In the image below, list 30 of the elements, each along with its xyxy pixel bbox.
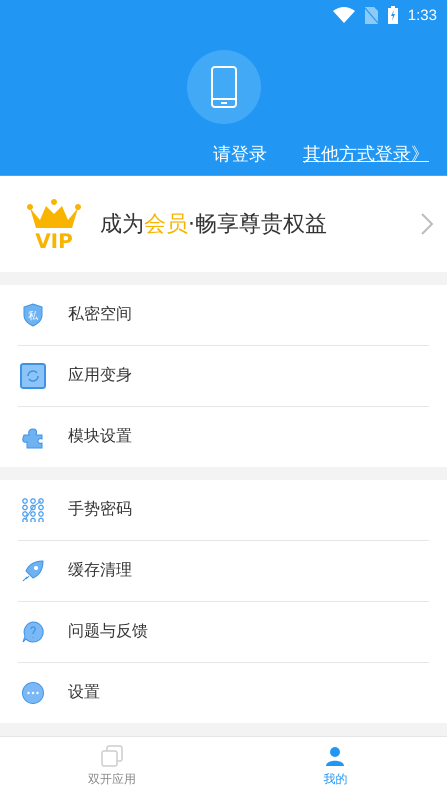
help-bubble-icon (21, 620, 45, 644)
menu-label: 模块设置 (68, 426, 132, 448)
battery-icon (388, 6, 398, 24)
copy-icon (100, 744, 123, 767)
status-time: 1:33 (408, 6, 437, 24)
menu-label: 应用变身 (68, 365, 132, 386)
menu-label: 设置 (68, 682, 100, 704)
menu-item[interactable]: 设置 (18, 662, 429, 723)
nav-tab[interactable]: 双开应用 (0, 736, 224, 796)
menu-label: 缓存清理 (68, 560, 132, 582)
refresh-icon (20, 362, 46, 389)
menu-item[interactable]: 问题与反馈 (18, 600, 429, 662)
menu-item[interactable]: 私 私密空间 (0, 284, 447, 345)
no-sim-icon (364, 6, 378, 24)
pattern-lock-icon (22, 498, 44, 522)
menu-item[interactable]: 应用变身 (18, 344, 429, 406)
menu-item[interactable]: 缓存清理 (18, 540, 429, 601)
person-icon (324, 744, 346, 767)
vip-promo-text[interactable]: 成为会员·畅享尊贵权益 (100, 208, 421, 239)
wifi-icon (332, 7, 355, 23)
menu-label: 手势密码 (68, 499, 132, 520)
menu-item[interactable]: 手势密码 (0, 480, 447, 540)
phone-icon (210, 66, 236, 108)
menu-item[interactable]: 模块设置 (18, 406, 429, 467)
chevron-right-icon (421, 212, 433, 235)
menu-label: 问题与反馈 (68, 621, 148, 642)
menu-label: 私密空间 (68, 304, 132, 326)
shield-icon: 私 (22, 302, 44, 327)
rocket-icon (21, 558, 45, 583)
more-icon (21, 680, 45, 705)
